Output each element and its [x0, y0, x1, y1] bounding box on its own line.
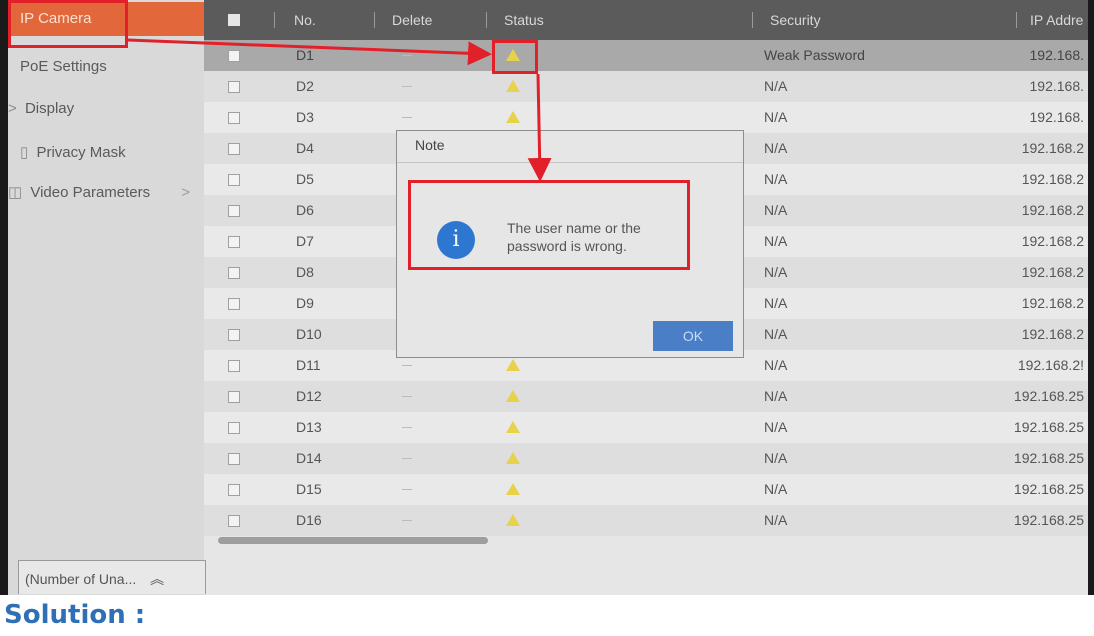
arrow-to-message	[527, 73, 552, 182]
solution-heading: Solution :	[4, 600, 146, 630]
annotation-arrows	[127, 38, 552, 182]
arrow-to-status	[127, 38, 492, 66]
